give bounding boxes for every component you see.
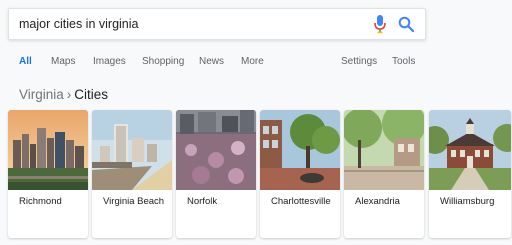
charlottesville-image bbox=[260, 110, 340, 190]
tools-link[interactable]: Tools bbox=[392, 56, 415, 67]
tab-more[interactable]: More bbox=[241, 56, 264, 67]
city-card-alexandria[interactable]: Alexandria bbox=[344, 110, 424, 238]
search-icon[interactable] bbox=[398, 16, 414, 32]
richmond-image bbox=[8, 110, 88, 190]
city-card-richmond[interactable]: Richmond bbox=[8, 110, 88, 238]
search-tabs: All Maps Images Shopping News More Setti… bbox=[0, 56, 512, 70]
settings-link[interactable]: Settings bbox=[341, 56, 377, 67]
breadcrumb: Virginia › Cities bbox=[19, 87, 108, 102]
city-name: Alexandria bbox=[355, 196, 400, 207]
norfolk-image bbox=[176, 110, 256, 190]
city-card-charlottesville[interactable]: Charlottesville bbox=[260, 110, 340, 238]
search-box[interactable] bbox=[8, 8, 426, 40]
tab-shopping[interactable]: Shopping bbox=[142, 56, 184, 67]
virginia-beach-image bbox=[92, 110, 172, 190]
city-card-virginia-beach[interactable]: Virginia Beach bbox=[92, 110, 172, 238]
city-card-norfolk[interactable]: Norfolk bbox=[176, 110, 256, 238]
tab-news[interactable]: News bbox=[199, 56, 224, 67]
city-name: Richmond bbox=[19, 196, 62, 207]
alexandria-image bbox=[344, 110, 424, 190]
city-name: Charlottesville bbox=[271, 196, 331, 207]
breadcrumb-separator: › bbox=[66, 87, 72, 102]
search-input[interactable] bbox=[19, 15, 359, 33]
williamsburg-image bbox=[429, 110, 511, 190]
city-card-williamsburg[interactable]: Williamsburg bbox=[429, 110, 511, 238]
city-name: Norfolk bbox=[187, 196, 218, 207]
breadcrumb-parent[interactable]: Virginia bbox=[19, 87, 64, 102]
tab-maps[interactable]: Maps bbox=[51, 56, 75, 67]
breadcrumb-current: Cities bbox=[74, 87, 109, 102]
microphone-icon[interactable] bbox=[373, 15, 387, 34]
city-name: Williamsburg bbox=[440, 196, 495, 207]
city-name: Virginia Beach bbox=[103, 196, 165, 207]
tab-images[interactable]: Images bbox=[93, 56, 126, 67]
tab-all[interactable]: All bbox=[19, 56, 32, 67]
